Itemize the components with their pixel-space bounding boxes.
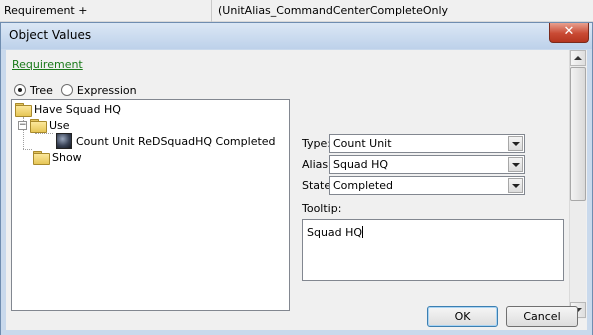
cancel-button[interactable]: Cancel — [506, 306, 578, 327]
alias-label: Alias: — [302, 158, 332, 171]
collapse-icon[interactable]: − — [18, 120, 27, 130]
tree-node-label: Count Unit ReDSquadHQ Completed — [76, 134, 276, 148]
tooltip-textarea[interactable]: Squad HQ — [302, 219, 564, 281]
ok-button[interactable]: OK — [427, 306, 498, 327]
expression-radio[interactable] — [60, 84, 73, 96]
scroll-up-button[interactable] — [570, 50, 586, 66]
tree-radio-label[interactable]: Tree — [30, 84, 53, 97]
close-icon: ✕ — [563, 24, 575, 39]
property-name-cell[interactable]: Requirement + — [0, 0, 212, 22]
tree-node-label: Show — [52, 150, 82, 164]
type-value: Count Unit — [333, 137, 392, 150]
type-label: Type: — [302, 137, 331, 150]
tree-connector — [23, 149, 32, 150]
dialog-title: Object Values — [9, 28, 92, 42]
property-value-cell[interactable]: (UnitAlias_CommandCenterCompleteOnly — [214, 0, 593, 22]
chevron-down-icon[interactable] — [508, 157, 523, 172]
folder-icon — [33, 151, 50, 165]
dialog-titlebar[interactable]: Object Values ✕ — [1, 23, 592, 49]
type-dropdown[interactable]: Count Unit — [329, 134, 525, 153]
expression-radio-label[interactable]: Expression — [77, 84, 137, 97]
object-values-dialog: Object Values ✕ Requirement Tree Express… — [0, 22, 593, 335]
dialog-content: Requirement Tree Expression Have Squad H… — [6, 50, 567, 319]
requirement-link[interactable]: Requirement — [12, 58, 83, 71]
text-caret — [362, 226, 364, 238]
tree-node-count-unit[interactable]: Count Unit ReDSquadHQ Completed — [56, 133, 276, 149]
state-value: Completed — [333, 179, 393, 192]
requirement-tree[interactable]: Have Squad HQ − Use Count Unit ReDSquadH… — [11, 99, 290, 311]
scrollbar-thumb[interactable] — [570, 67, 586, 201]
tree-node-use[interactable]: − Use — [18, 117, 70, 133]
dialog-client-area: Requirement Tree Expression Have Squad H… — [6, 50, 587, 330]
tooltip-label: Tooltip: — [302, 202, 342, 215]
tree-node-label: Use — [49, 118, 70, 132]
vertical-scrollbar[interactable] — [569, 50, 586, 319]
mode-radio-group: Tree Expression — [14, 82, 145, 98]
chevron-down-icon[interactable] — [508, 178, 523, 193]
tooltip-text: Squad HQ — [307, 226, 363, 239]
folder-icon — [15, 103, 32, 117]
alias-dropdown[interactable]: Squad HQ — [329, 155, 525, 174]
alias-value: Squad HQ — [333, 158, 389, 171]
tree-node-root[interactable]: Have Squad HQ — [15, 101, 121, 117]
tree-connector — [35, 133, 53, 134]
state-dropdown[interactable]: Completed — [329, 176, 525, 195]
arrow-up-icon — [574, 56, 582, 60]
tree-node-label: Have Squad HQ — [34, 102, 121, 116]
unit-portrait-icon — [56, 133, 72, 149]
tree-node-show[interactable]: Show — [33, 149, 82, 165]
close-button[interactable]: ✕ — [549, 23, 589, 43]
property-grid-row: Requirement + (UnitAlias_CommandCenterCo… — [0, 0, 593, 22]
chevron-down-icon[interactable] — [508, 136, 523, 151]
folder-icon — [30, 119, 47, 133]
tree-radio[interactable] — [14, 84, 26, 96]
